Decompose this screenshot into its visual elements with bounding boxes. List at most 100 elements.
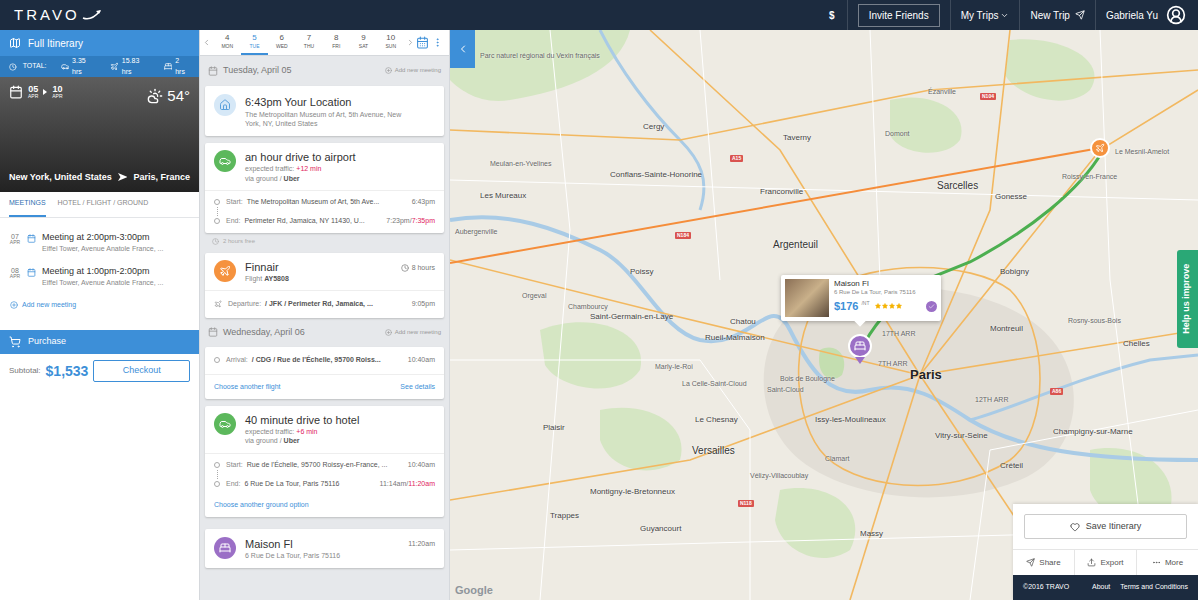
bed-icon: [854, 340, 866, 352]
map-label: 17TH ARR: [882, 330, 915, 337]
star-icon: [882, 303, 888, 309]
footer-link[interactable]: Terms and Conditions: [1120, 582, 1188, 593]
plus-icon: [385, 329, 392, 336]
help-tab[interactable]: Help us improve: [1177, 250, 1198, 348]
star-icon: [889, 303, 895, 309]
map-attribution: Google: [455, 582, 493, 599]
map-label: Saint-Cloud: [767, 386, 804, 393]
map-label: Taverny: [783, 134, 811, 142]
collapse-button[interactable]: [450, 30, 475, 68]
map-label: Marly-le-Roi: [655, 363, 693, 370]
prev-button[interactable]: [200, 30, 214, 55]
map-label: Ézanville: [928, 88, 956, 95]
ground-card[interactable]: an hour drive to airportexpected traffic…: [205, 143, 444, 232]
map-label: Orgeval: [522, 292, 547, 299]
calendar-view-icon[interactable]: [416, 36, 429, 49]
car-icon: [61, 62, 70, 71]
map-label: Rosny-sous-Bois: [1068, 317, 1121, 324]
hotel-popup[interactable]: Maison Fl6 Rue De La Tour, Paris 75116$1…: [781, 275, 941, 321]
day-tab[interactable]: 5TUE: [241, 30, 268, 55]
day-tab[interactable]: 4MON: [214, 30, 241, 55]
map[interactable]: Parc naturel régional du Vexin français C…: [450, 30, 1198, 600]
share-button[interactable]: Share: [1013, 550, 1074, 575]
arrival-card[interactable]: Arrival:/ CDG / Rue de l'Échelle, 95700 …: [205, 347, 444, 399]
save-itinerary-button[interactable]: Save Itinerary: [1024, 514, 1187, 539]
meeting-item[interactable]: 08APRMeeting at 1:00pm-2:00pmEiffel Towe…: [0, 260, 199, 294]
tab[interactable]: HOTEL / FLIGHT / GROUND: [58, 192, 149, 217]
add-meeting-button[interactable]: Add new meeting: [385, 66, 441, 75]
map-label: Aubergenville: [455, 228, 497, 235]
flight-link[interactable]: Choose another flight: [214, 382, 281, 393]
day-tab[interactable]: 10SUN: [377, 30, 404, 55]
checkout-button[interactable]: Checkout: [93, 360, 190, 382]
left-sidebar: Full ItineraryTOTAL:3.35 hrs15.83 hrs2 h…: [0, 30, 200, 600]
free-time: 2 hours free: [200, 233, 449, 246]
map-label: 12TH ARR: [975, 396, 1008, 403]
currency-button[interactable]: $: [817, 0, 848, 30]
map-label: Parc naturel régional du Vexin français: [480, 52, 570, 59]
hotel-card[interactable]: Maison Fl6 Rue De La Tour, Paris 7511611…: [205, 529, 444, 568]
select-hotel-check[interactable]: [926, 301, 937, 312]
flight-link[interactable]: See details: [400, 382, 435, 393]
options-icon[interactable]: [432, 37, 443, 48]
location-card[interactable]: 6:43pm Your LocationThe Metropolitan Mus…: [205, 86, 444, 137]
choose-ground-link[interactable]: Choose another ground option: [205, 496, 444, 518]
car-icon: [219, 155, 231, 167]
day-tab[interactable]: 8FRI: [323, 30, 350, 55]
map-label: Chambourcy: [568, 303, 608, 310]
calendar-icon: [208, 66, 218, 76]
total-item: 2 hrs: [164, 56, 190, 77]
more-icon: [1152, 558, 1161, 567]
map-icon: [9, 37, 21, 49]
day-tab[interactable]: 7THU: [295, 30, 322, 55]
timeline-list: Tuesday, April 05Add new meeting6:43pm Y…: [200, 56, 449, 568]
hotel-pin[interactable]: [848, 334, 872, 364]
user-menu[interactable]: Gabriela Yu: [1096, 0, 1198, 30]
map-label: 7TH ARR: [878, 360, 908, 367]
map-label: Meulan-en-Yvelines: [490, 160, 551, 167]
subtotal-row: Subtotal:$1,533Checkout: [0, 354, 199, 388]
day-tab[interactable]: 6WED: [268, 30, 295, 55]
footer-link[interactable]: About: [1092, 582, 1110, 593]
hotel-photo: [785, 279, 829, 317]
map-label: Saint-Germain-en-Laye: [590, 313, 673, 321]
next-button[interactable]: [404, 30, 416, 55]
plane-icon: [118, 172, 128, 182]
tabs: MEETINGS HOTEL / FLIGHT / GROUND: [0, 192, 199, 218]
calendar-icon: [208, 327, 218, 337]
timeline-column: 4MON5TUE6WED7THU8FRI9SAT10SUNTuesday, Ap…: [200, 30, 450, 600]
check-icon: [928, 303, 935, 310]
cart-icon: [9, 336, 21, 348]
add-meeting-button[interactable]: Add new meeting: [0, 294, 199, 311]
meeting-item[interactable]: 07APRMeeting at 2:00pm-3:00pmEiffel Towe…: [0, 226, 199, 260]
map-label: Chatou: [730, 318, 756, 326]
flight-card[interactable]: FinnairFlightAY58088 hoursDeparture:/ JF…: [205, 253, 444, 318]
map-label: Massy: [860, 530, 883, 538]
app: TRAVO $ Invite Friends My TripsNew TripGabr…: [0, 0, 1198, 600]
map-label: Franconville: [760, 188, 803, 196]
plane-icon: [1095, 143, 1105, 153]
logo[interactable]: TRAVO: [0, 4, 102, 27]
add-meeting-button[interactable]: Add new meeting: [385, 328, 441, 337]
car-icon-circle: [214, 150, 236, 172]
star-icon: [896, 303, 902, 309]
clock-icon: [212, 238, 219, 245]
map-label: Vélizy-Villacoublay: [750, 472, 808, 479]
ground-card[interactable]: 40 minute drive to hotelexpected traffic…: [205, 406, 444, 517]
my-trips-menu[interactable]: My Trips: [951, 0, 1021, 30]
calendar-icon: [9, 85, 23, 99]
export-button[interactable]: Export: [1074, 550, 1136, 575]
road-shield: A15: [730, 155, 743, 162]
invite-button[interactable]: Invite Friends: [858, 4, 940, 27]
map-label: La Celle-Saint-Cloud: [682, 380, 747, 387]
airport-pin[interactable]: [1090, 138, 1110, 158]
new-trip-button[interactable]: New Trip: [1020, 0, 1095, 30]
more-button[interactable]: More: [1136, 550, 1198, 575]
itinerary-header[interactable]: Full Itinerary: [0, 30, 199, 56]
map-label: Chelles: [1123, 340, 1150, 348]
chevron-left-icon: [202, 38, 211, 47]
day-tab[interactable]: 9SAT: [350, 30, 377, 55]
tab[interactable]: MEETINGS: [9, 192, 46, 217]
car-icon: [219, 418, 231, 430]
weather-icon: [147, 88, 163, 104]
